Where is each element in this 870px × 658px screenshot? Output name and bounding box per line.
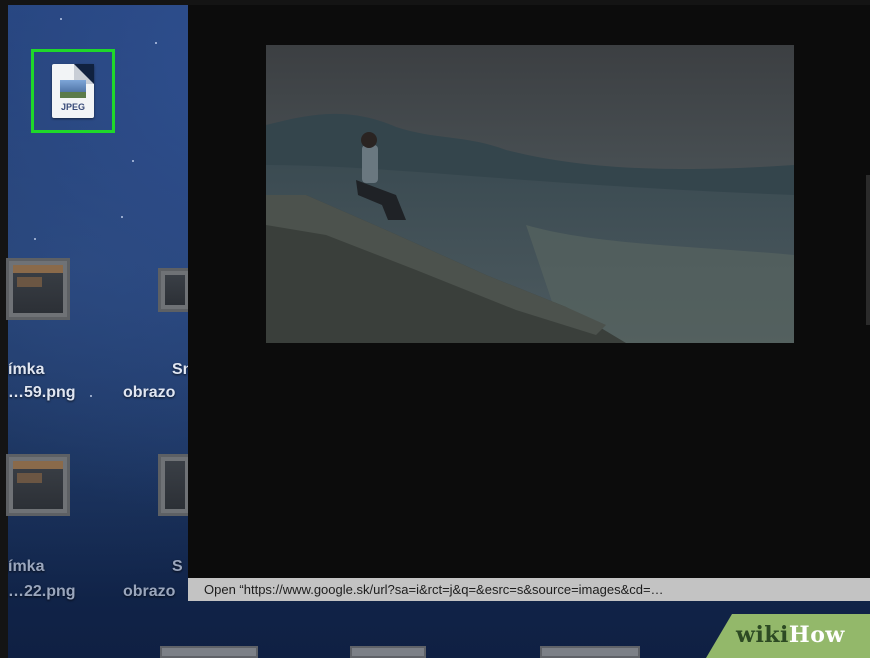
desktop-file-thumbnail[interactable]: [158, 454, 192, 516]
desktop-file-name: …22.png: [8, 583, 76, 600]
star-decoration: [34, 238, 36, 240]
window-edge-scroll: [866, 175, 870, 325]
desktop-file-thumbnail[interactable]: [158, 268, 192, 312]
jpeg-badge-label: JPEG: [60, 102, 85, 112]
desktop-file-thumbnail[interactable]: [350, 646, 426, 658]
desktop-file-thumbnail[interactable]: [540, 646, 640, 658]
quick-look-window[interactable]: [188, 5, 870, 601]
desktop-file-name: obrazo: [123, 384, 176, 401]
desktop-file-name: S: [172, 558, 183, 575]
desktop-file-thumbnail[interactable]: [160, 646, 258, 658]
desktop-file-thumbnail[interactable]: [6, 258, 70, 320]
wikihow-logo-how: How: [788, 622, 845, 648]
star-decoration: [121, 216, 123, 218]
desktop-file-name: obrazo: [123, 583, 176, 600]
wikihow-logo-wiki: wiki: [736, 622, 789, 648]
jpeg-file-icon: JPEG: [52, 64, 94, 118]
desktop-file-name: …59.png: [8, 384, 76, 401]
desktop-file-name: ímka: [8, 558, 45, 575]
photo-person-on-cliff-icon: [266, 45, 794, 343]
desktop-file-name: ímka: [8, 361, 45, 378]
selected-jpeg-file[interactable]: JPEG: [31, 49, 115, 133]
star-decoration: [132, 160, 134, 162]
star-decoration: [155, 42, 157, 44]
desktop-file-thumbnail[interactable]: [6, 454, 70, 516]
star-decoration: [90, 395, 92, 397]
preview-image: [266, 45, 794, 343]
screen-frame-left: [0, 0, 8, 658]
wikihow-logo: wikiHow: [736, 622, 845, 648]
status-bar-url: Open “https://www.google.sk/url?sa=i&rct…: [188, 578, 870, 601]
star-decoration: [60, 18, 62, 20]
